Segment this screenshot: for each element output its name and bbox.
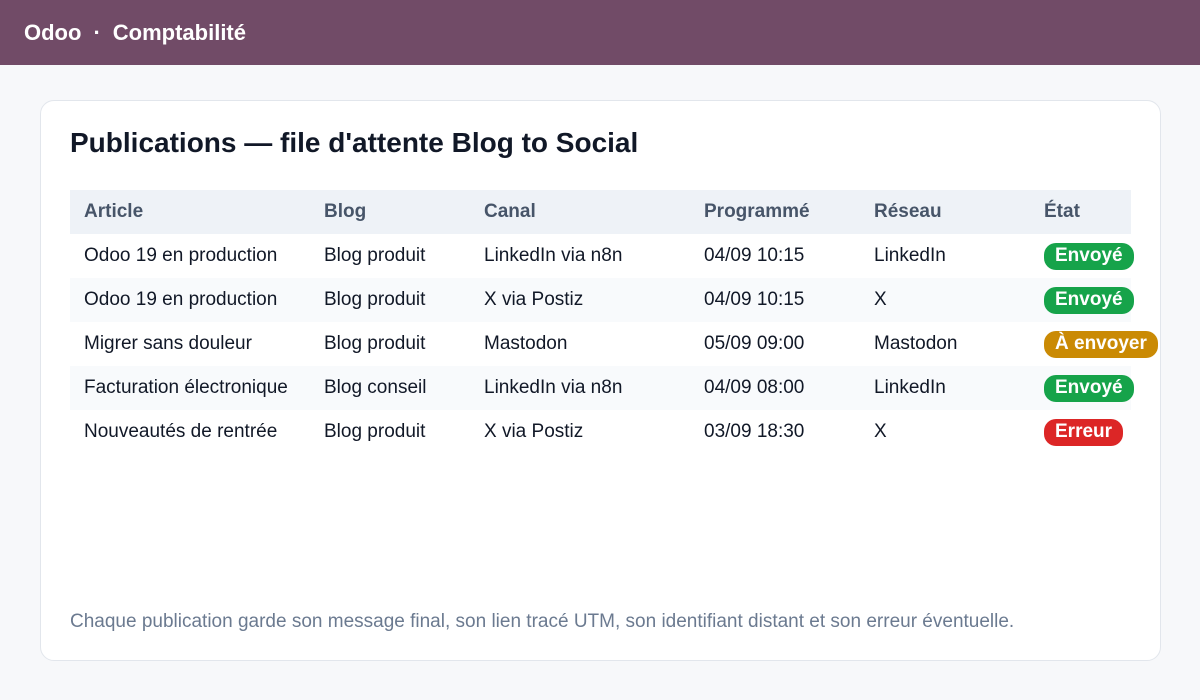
publications-table: Article Blog Canal Programmé Réseau État… <box>70 190 1158 454</box>
cell-reseau: X <box>860 410 1030 454</box>
column-header-blog[interactable]: Blog <box>310 190 470 234</box>
cell-reseau: X <box>860 278 1030 322</box>
cell-canal: X via Postiz <box>470 410 690 454</box>
cell-canal: Mastodon <box>470 322 690 366</box>
module-name[interactable]: Comptabilité <box>113 20 246 46</box>
table-row[interactable]: Facturation électronique Blog conseil Li… <box>70 366 1134 410</box>
cell-blog: Blog produit <box>310 322 470 366</box>
status-badge: Envoyé <box>1044 374 1134 402</box>
app-name[interactable]: Odoo <box>24 20 81 46</box>
cell-programme: 03/09 18:30 <box>690 410 860 454</box>
column-header-etat[interactable]: État <box>1030 190 1131 234</box>
cell-reseau: LinkedIn <box>860 234 1030 278</box>
cell-programme: 04/09 10:15 <box>690 278 860 322</box>
cell-blog: Blog produit <box>310 410 470 454</box>
cell-article: Odoo 19 en production <box>70 278 310 322</box>
footnote: Chaque publication garde son message fin… <box>70 611 1015 632</box>
breadcrumb-separator: · <box>93 19 101 45</box>
table-row[interactable]: Odoo 19 en production Blog produit X via… <box>70 278 1134 322</box>
cell-canal: LinkedIn via n8n <box>470 366 690 410</box>
column-header-article[interactable]: Article <box>70 190 310 234</box>
cell-etat: À envoyer <box>1030 322 1158 366</box>
table-row[interactable]: Odoo 19 en production Blog produit Linke… <box>70 234 1134 278</box>
table-header-row: Article Blog Canal Programmé Réseau État <box>70 190 1131 234</box>
cell-canal: X via Postiz <box>470 278 690 322</box>
status-badge: Envoyé <box>1044 286 1134 314</box>
content-card: Publications — file d'attente Blog to So… <box>40 100 1161 661</box>
cell-etat: Envoyé <box>1030 278 1134 322</box>
page-title: Publications — file d'attente Blog to So… <box>70 127 639 158</box>
column-header-reseau[interactable]: Réseau <box>860 190 1030 234</box>
cell-article: Migrer sans douleur <box>70 322 310 366</box>
cell-canal: LinkedIn via n8n <box>470 234 690 278</box>
cell-etat: Erreur <box>1030 410 1131 454</box>
status-badge: Erreur <box>1044 418 1124 446</box>
status-badge: Envoyé <box>1044 242 1134 270</box>
cell-programme: 04/09 10:15 <box>690 234 860 278</box>
cell-blog: Blog conseil <box>310 366 470 410</box>
cell-article: Nouveautés de rentrée <box>70 410 310 454</box>
top-navbar: Odoo · Comptabilité <box>0 0 1200 65</box>
cell-etat: Envoyé <box>1030 234 1134 278</box>
cell-reseau: Mastodon <box>860 322 1030 366</box>
table-row[interactable]: Migrer sans douleur Blog produit Mastodo… <box>70 322 1158 366</box>
cell-blog: Blog produit <box>310 234 470 278</box>
cell-programme: 05/09 09:00 <box>690 322 860 366</box>
column-header-canal[interactable]: Canal <box>470 190 690 234</box>
cell-article: Facturation électronique <box>70 366 310 410</box>
cell-article: Odoo 19 en production <box>70 234 310 278</box>
cell-etat: Envoyé <box>1030 366 1134 410</box>
column-header-programme[interactable]: Programmé <box>690 190 860 234</box>
status-badge: À envoyer <box>1044 330 1158 358</box>
table-row[interactable]: Nouveautés de rentrée Blog produit X via… <box>70 410 1131 454</box>
cell-blog: Blog produit <box>310 278 470 322</box>
cell-reseau: LinkedIn <box>860 366 1030 410</box>
cell-programme: 04/09 08:00 <box>690 366 860 410</box>
